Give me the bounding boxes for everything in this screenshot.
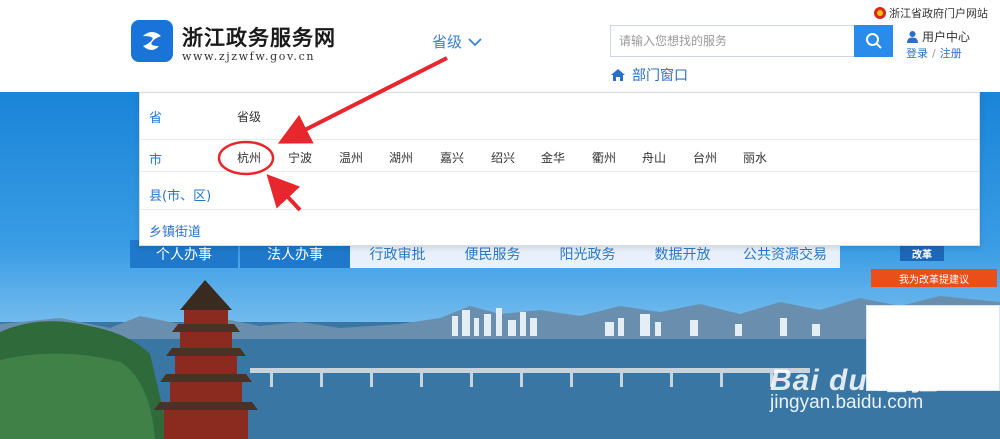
register-link[interactable]: 注册: [940, 47, 962, 60]
search-input[interactable]: [611, 26, 855, 56]
site-logo-icon[interactable]: [131, 20, 173, 62]
gov-portal-link-label: 浙江省政府门户网站: [889, 7, 988, 20]
login-link[interactable]: 登录: [906, 47, 928, 60]
user-center-label: 用户中心: [922, 30, 971, 44]
row-label-province: 省: [149, 111, 163, 126]
dropdown-row-town: 乡镇街道: [140, 210, 979, 246]
watermark-url: jingyan.baidu.com: [770, 392, 924, 413]
row-label-city: 市: [149, 153, 163, 168]
city-option[interactable]: 衢州: [592, 149, 616, 166]
city-option[interactable]: 舟山: [642, 149, 666, 166]
site-domain: www.zjzwfw.gov.cn: [182, 50, 316, 63]
reform-tag: 改革: [900, 245, 944, 261]
city-option[interactable]: 金华: [541, 149, 565, 166]
search-button[interactable]: [854, 25, 893, 57]
province-select[interactable]: 省级: [432, 31, 482, 52]
province-select-label: 省级: [432, 33, 463, 51]
site-title[interactable]: 浙江政务服务网: [182, 22, 336, 52]
city-option[interactable]: 绍兴: [491, 149, 515, 166]
row-label-county[interactable]: 县(市、区): [149, 185, 211, 204]
region-dropdown: 省 省级 市 杭州 宁波 温州 湖州 嘉兴 绍兴 金华 衢州 舟山 台州 丽水 县(市、区) 乡镇街…: [139, 92, 980, 246]
search-box: [610, 25, 893, 57]
region-option-provincial[interactable]: 省级: [237, 108, 261, 125]
city-option[interactable]: 杭州: [237, 149, 261, 166]
city-option[interactable]: 台州: [693, 149, 717, 166]
dropdown-row-city: 市 杭州 宁波 温州 湖州 嘉兴 绍兴 金华 衢州 舟山 台州 丽水: [140, 140, 979, 172]
row-label-town[interactable]: 乡镇街道: [149, 221, 201, 240]
auth-links: 登录 / 注册: [906, 45, 962, 61]
city-option[interactable]: 湖州: [389, 149, 413, 166]
home-icon: [611, 69, 625, 81]
site-header: 浙江省政府门户网站 浙江政务服务网 www.zjzwfw.gov.cn 省级 用…: [0, 0, 1000, 92]
gov-emblem-icon: [874, 7, 886, 19]
reform-suggestion-button[interactable]: 我为改革提建议: [871, 269, 997, 287]
user-icon: [907, 31, 918, 43]
auth-separator: /: [932, 47, 936, 60]
city-option[interactable]: 温州: [339, 149, 363, 166]
dropdown-row-province: 省 省级: [140, 93, 979, 140]
city-option[interactable]: 丽水: [743, 149, 767, 166]
city-option[interactable]: 宁波: [288, 149, 312, 166]
search-icon: [865, 33, 882, 49]
dept-window-label: 部门窗口: [632, 68, 688, 84]
dropdown-row-county: 县(市、区): [140, 172, 979, 210]
chevron-down-icon: [468, 37, 482, 46]
dept-window-link[interactable]: 部门窗口: [610, 65, 688, 85]
city-option[interactable]: 嘉兴: [440, 149, 464, 166]
gov-portal-link[interactable]: 浙江省政府门户网站: [874, 5, 988, 21]
user-center-link[interactable]: 用户中心: [906, 28, 970, 45]
